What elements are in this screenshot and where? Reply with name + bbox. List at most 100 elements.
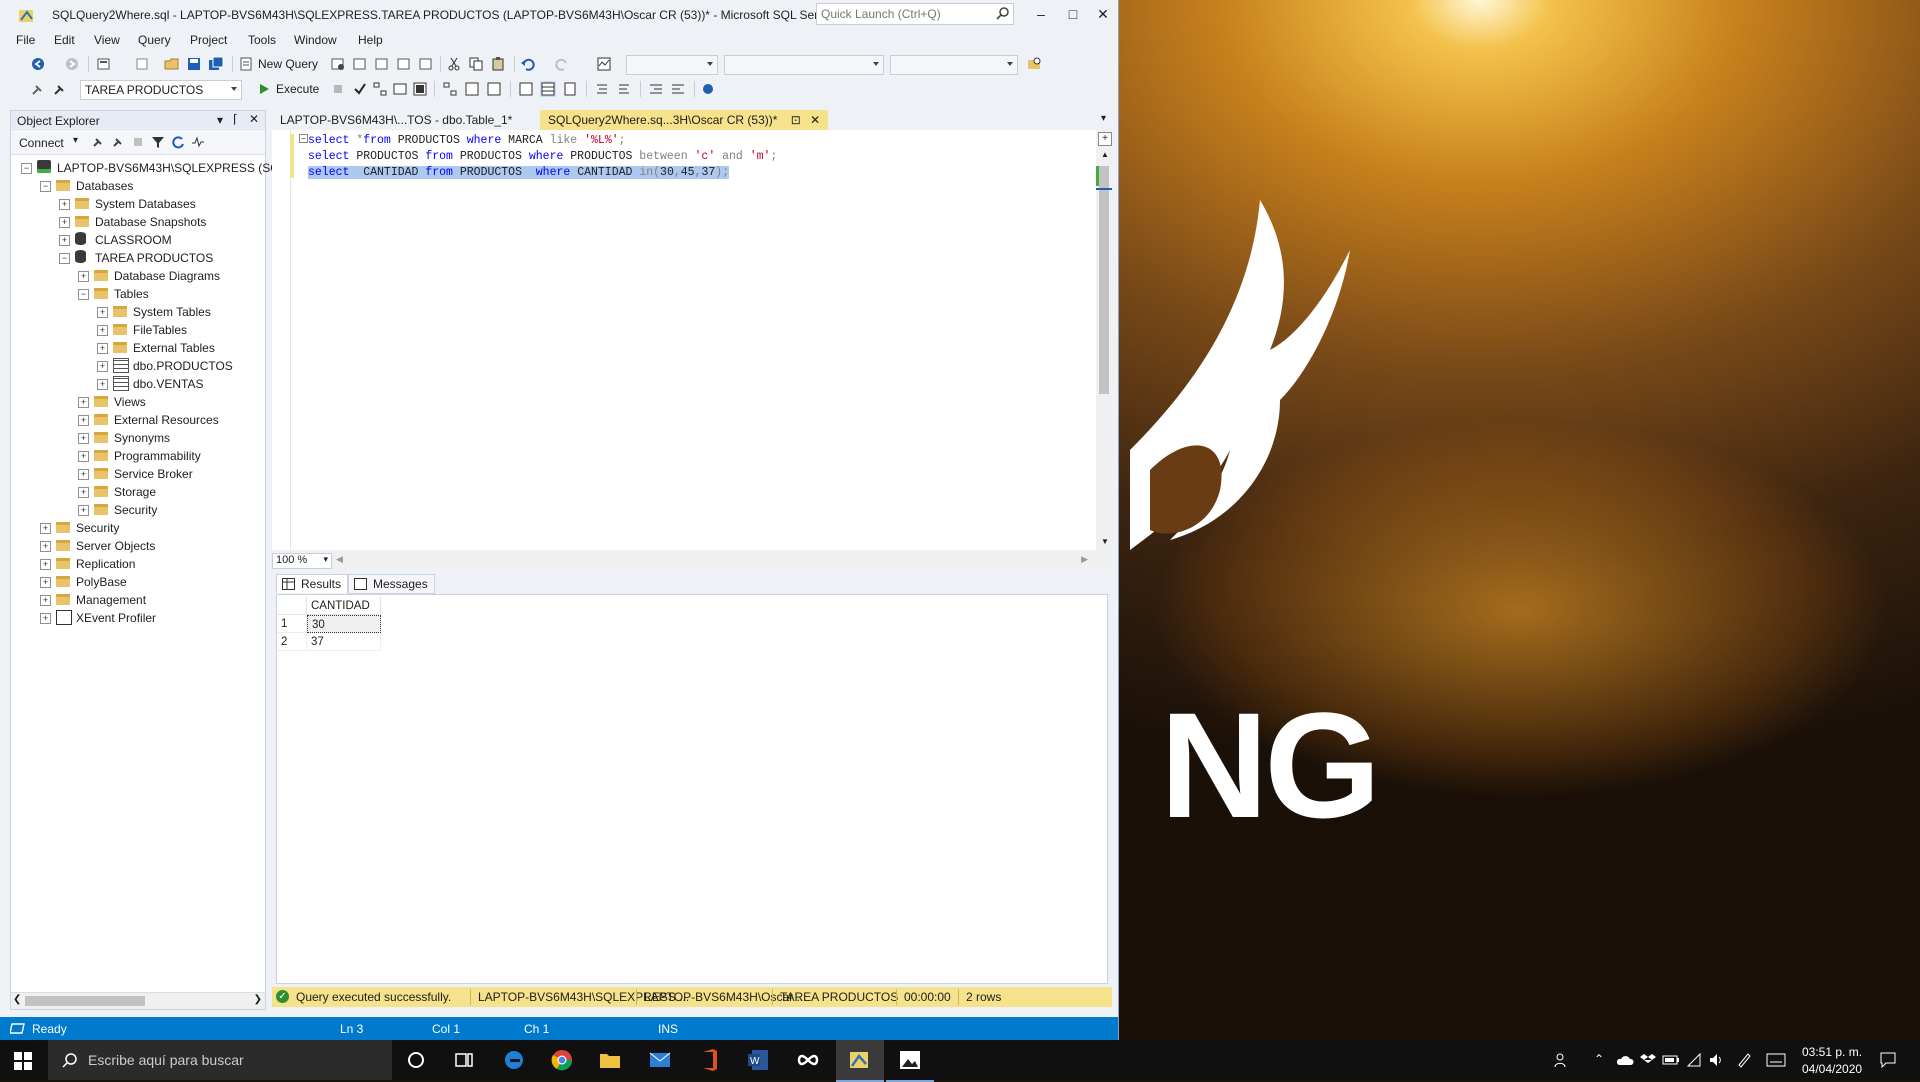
connect-icon[interactable] [30,81,46,97]
split-editor-icon[interactable]: + [1098,132,1112,146]
zoom-combo[interactable]: 100 % ▾ [272,553,332,569]
editor-scrollbar-thumb[interactable] [1099,166,1109,394]
solution-platform-combo[interactable] [724,55,884,75]
show-hidden-icons[interactable]: ⌃ [1594,1052,1604,1066]
expand-node-icon[interactable]: + [59,199,70,210]
result-cell[interactable]: 30 [307,615,381,633]
new-query-icon[interactable] [238,56,254,72]
execute-icon[interactable] [256,81,272,97]
find-combo[interactable] [890,55,1018,75]
menu-tools[interactable]: Tools [248,33,276,47]
quick-launch-input[interactable]: Quick Launch (Ctrl+Q) [816,3,1014,25]
battery-icon[interactable] [1662,1054,1680,1066]
available-databases-combo[interactable]: TAREA PRODUCTOS [80,80,242,100]
intellisense-icon[interactable] [412,81,428,97]
parse-icon[interactable] [352,81,368,97]
copy-icon[interactable] [468,56,484,72]
collapse-node-icon[interactable]: − [59,253,70,264]
keyboard-icon[interactable] [1766,1053,1786,1067]
results-to-grid-icon[interactable] [540,81,556,97]
cancel-query-icon[interactable] [330,81,346,97]
office-icon[interactable] [698,1048,722,1072]
minimize-button[interactable]: – [1026,4,1056,24]
display-plan-icon[interactable] [372,81,388,97]
word-icon[interactable]: W [746,1048,770,1072]
expand-node-icon[interactable]: + [78,397,89,408]
dropbox-icon[interactable] [1640,1052,1656,1068]
pen-icon[interactable] [1736,1052,1752,1068]
uncomment-icon[interactable] [616,81,632,97]
mail-icon[interactable] [648,1048,672,1072]
tab-close-icon[interactable]: ✕ [810,113,820,127]
expand-node-icon[interactable]: + [97,307,108,318]
panel-dropdown-icon[interactable]: ▾ [217,113,223,127]
menu-file[interactable]: File [16,33,35,47]
collapse-node-icon[interactable]: − [40,181,51,192]
ssms-taskbar-button[interactable] [836,1040,884,1082]
execute-button[interactable]: Execute [276,82,319,96]
dax-query-icon[interactable] [418,56,434,72]
expand-node-icon[interactable]: + [59,235,70,246]
clock-date[interactable]: 04/04/2020 [1802,1062,1862,1076]
activity-monitor-icon[interactable] [596,56,612,72]
scrollbar-thumb[interactable] [25,996,145,1006]
windows-start-icon[interactable] [14,1052,32,1070]
add-item-icon[interactable] [134,56,150,72]
expand-node-icon[interactable]: + [78,469,89,480]
menu-view[interactable]: View [94,33,120,47]
pin-icon[interactable]: ⌈ [233,112,238,126]
file-explorer-icon[interactable] [598,1048,622,1072]
save-icon[interactable] [186,56,202,72]
tab-messages[interactable]: Messages [348,574,435,594]
connect-plug-icon[interactable] [91,135,105,149]
menu-window[interactable]: Window [294,33,337,47]
wifi-icon[interactable] [1686,1052,1702,1068]
filter-icon[interactable] [151,135,165,149]
new-project-icon[interactable] [96,56,112,72]
increase-indent-icon[interactable] [670,81,686,97]
expand-node-icon[interactable]: + [40,559,51,570]
collapse-node-icon[interactable]: − [78,289,89,300]
open-file-icon[interactable] [164,56,180,72]
menu-project[interactable]: Project [190,33,227,47]
results-to-file-icon[interactable] [562,81,578,97]
expand-node-icon[interactable]: + [78,271,89,282]
expand-node-icon[interactable]: + [78,451,89,462]
client-stats-icon[interactable] [486,81,502,97]
xmla-query-icon[interactable] [396,56,412,72]
people-icon[interactable] [1554,1052,1570,1068]
tab-table-designer[interactable]: LAPTOP-BVS6M43H\...TOS - dbo.Table_1* [272,110,520,130]
expand-node-icon[interactable]: + [40,595,51,606]
expand-node-icon[interactable]: + [78,433,89,444]
stop-icon[interactable] [131,135,145,149]
collapse-region-icon[interactable]: − [299,134,308,143]
taskbar-search-box[interactable]: Escribe aquí para buscar [48,1040,392,1080]
object-explorer-hscrollbar[interactable]: ❮ ❯ [11,992,265,1009]
expand-node-icon[interactable]: + [40,541,51,552]
expand-node-icon[interactable]: + [59,217,70,228]
expand-node-icon[interactable]: + [97,379,108,390]
expand-node-icon[interactable]: + [40,523,51,534]
dmx-query-icon[interactable] [374,56,390,72]
query-options-icon[interactable] [392,81,408,97]
redo-icon[interactable] [554,56,570,72]
sql-editor[interactable]: − select *from PRODUCTOS where MARCA lik… [272,130,1112,550]
forward-icon[interactable] [64,56,80,72]
expand-node-icon[interactable]: + [97,361,108,372]
close-panel-icon[interactable]: ✕ [249,112,259,126]
maximize-button[interactable]: □ [1058,4,1088,24]
action-center-icon[interactable] [1880,1052,1896,1068]
collapse-node-icon[interactable]: − [21,163,32,174]
refresh-icon[interactable] [171,135,185,149]
disconnect-icon[interactable] [111,135,125,149]
clock-time[interactable]: 03:51 p. m. [1802,1045,1862,1059]
tab-pin-icon[interactable]: ⊡ [791,113,801,127]
tab-query-editor[interactable]: SQLQuery2Where.sq...3H\Oscar CR (53))* ⊡… [540,110,829,130]
expand-node-icon[interactable]: + [78,505,89,516]
actual-plan-icon[interactable] [442,81,458,97]
expand-node-icon[interactable]: + [97,343,108,354]
edge-browser-icon[interactable] [502,1048,526,1072]
menu-edit[interactable]: Edit [54,33,75,47]
change-connection-icon[interactable] [52,81,68,97]
row-number[interactable]: 2 [277,633,307,651]
